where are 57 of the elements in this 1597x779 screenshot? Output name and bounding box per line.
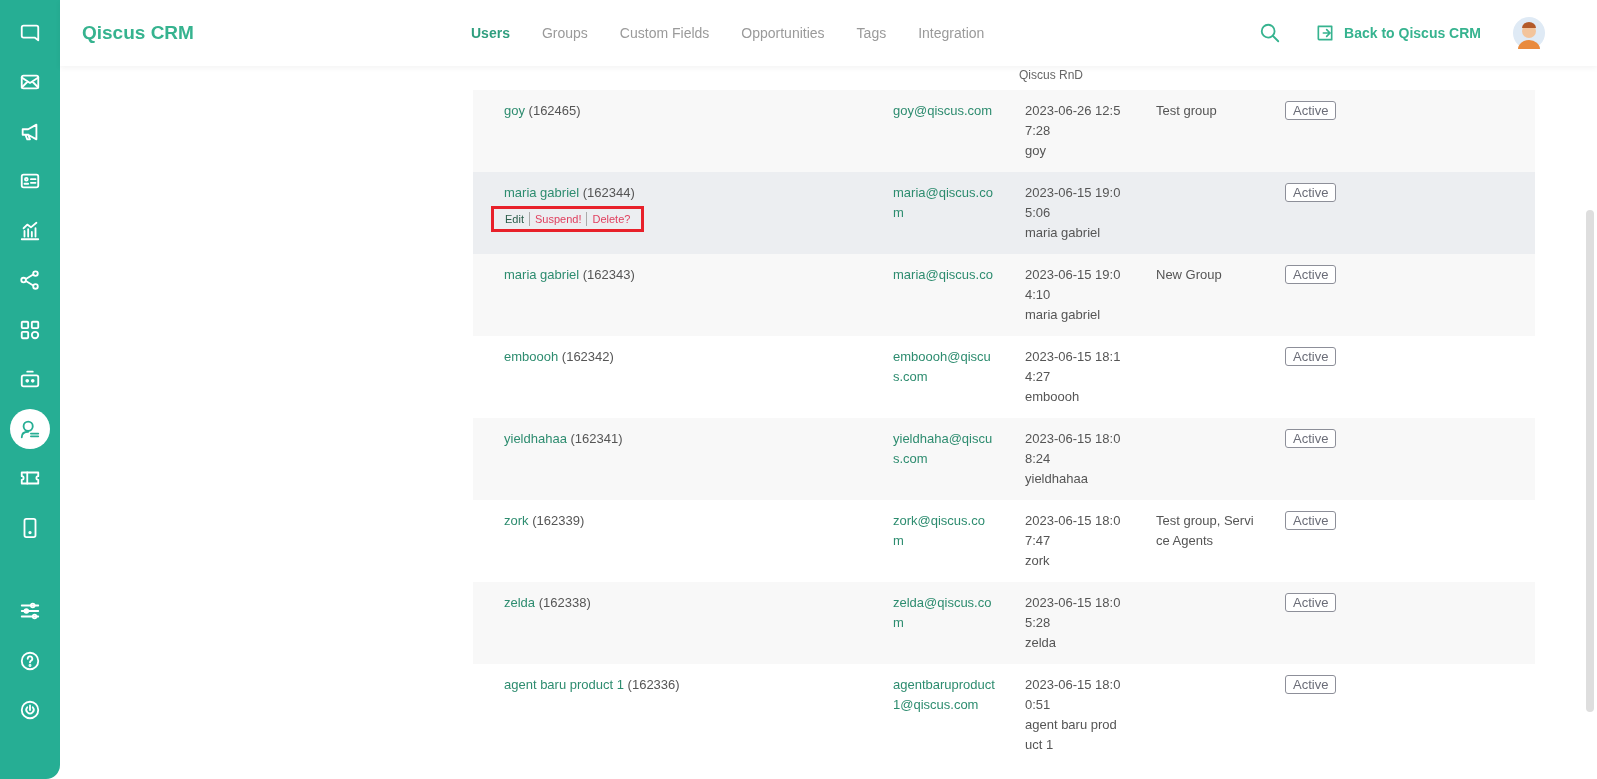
action-link[interactable]: Edit [500,212,529,226]
app-title: Qiscus CRM [82,22,195,44]
email-text: maria@qiscus.co [893,266,994,284]
sidebar-item[interactable] [10,408,50,449]
user-name[interactable]: maria gabriel (162344) [504,183,893,203]
power-icon [19,699,41,722]
user-name[interactable]: zelda (162338) [504,593,893,613]
status-badge[interactable]: Active [1285,511,1337,530]
user-name[interactable]: yieldhahaa (162341) [504,429,893,449]
user-name[interactable]: agent baru product 1 (162336) [504,675,893,695]
help-icon [19,649,41,672]
email-text: yieldhaha@qiscus.com [893,430,994,468]
user-name[interactable]: zork (162339) [504,511,893,531]
scrollbar-thumb[interactable] [1586,210,1594,712]
author-text: zork [1025,552,1051,570]
author-text: emboooh [1025,388,1081,406]
table-row[interactable]: yieldhahaa (162341) yieldhaha@qiscus.com 2023-06-15 18:08:24 yieldhahaa Active [473,418,1535,500]
author-text: goy [1025,142,1047,160]
author-text: agent baru product 1 [1025,716,1118,754]
user-name[interactable]: goy (162465) [504,101,893,121]
share-icon [19,269,41,292]
status-badge[interactable]: Active [1285,675,1337,694]
user-name[interactable]: maria gabriel (162343) [504,265,893,285]
author-text: maria gabriel [1025,306,1102,324]
table-row[interactable]: zork (162339) zork@qiscus.com 2023-06-15 18:07:47 zork Test group, Service Agents Active [473,500,1535,582]
action-link[interactable]: Delete? [586,212,636,226]
table-row[interactable]: maria gabriel (162343) maria@qiscus.co 2023-06-15 19:04:10 maria gabriel New Group Active [473,254,1535,336]
status-badge[interactable]: Active [1285,183,1337,202]
author-text: maria gabriel [1025,224,1102,242]
groups-text: New Group [1156,266,1223,284]
status-badge[interactable]: Active [1285,429,1337,448]
status-badge[interactable]: Active [1285,101,1337,120]
table-row[interactable]: zelda (162338) zelda@qiscus.com 2023-06-15 18:05:28 zelda Active [473,582,1535,664]
status-badge[interactable]: Active [1285,347,1337,366]
table-row[interactable]: goy (162465) goy@qiscus.com 2023-06-26 12:57:28 goy Test group Active [473,90,1535,172]
exit-icon [1315,23,1336,43]
table-row[interactable]: emboooh (162342) emboooh@qiscus.com 2023-06-15 18:14:27 emboooh Active [473,336,1535,418]
email-text: maria@qiscus.com [893,184,994,222]
groups-text: Test group [1156,102,1218,120]
email-text: emboooh@qiscus.com [893,348,992,386]
grid-icon [19,318,41,341]
status-badge[interactable]: Active [1285,265,1337,284]
table-row[interactable]: maria gabriel (162344) Edit Suspend! Delete? maria@qiscus.com 2023-06-15 19:05:06 maria gabriel Active [473,172,1535,254]
action-link[interactable]: Suspend! [528,212,587,226]
email-text: zork@qiscus.com [893,512,986,550]
author-text: zelda [1025,634,1058,652]
avatar[interactable] [1513,17,1545,49]
user-name[interactable]: emboooh (162342) [504,347,893,367]
email-text: agentbaruproduct1@qiscus.com [893,676,995,714]
email-text: zelda@qiscus.com [893,594,993,632]
email-text: goy@qiscus.com [893,102,994,120]
status-badge[interactable]: Active [1285,593,1337,612]
table-cell-text: Qiscus RnD [1019,68,1083,84]
groups-text: Test group, Service Agents [1156,512,1255,550]
search-icon[interactable] [1259,22,1282,44]
author-text: yieldhahaa [1025,470,1089,488]
chart-icon [19,219,41,242]
